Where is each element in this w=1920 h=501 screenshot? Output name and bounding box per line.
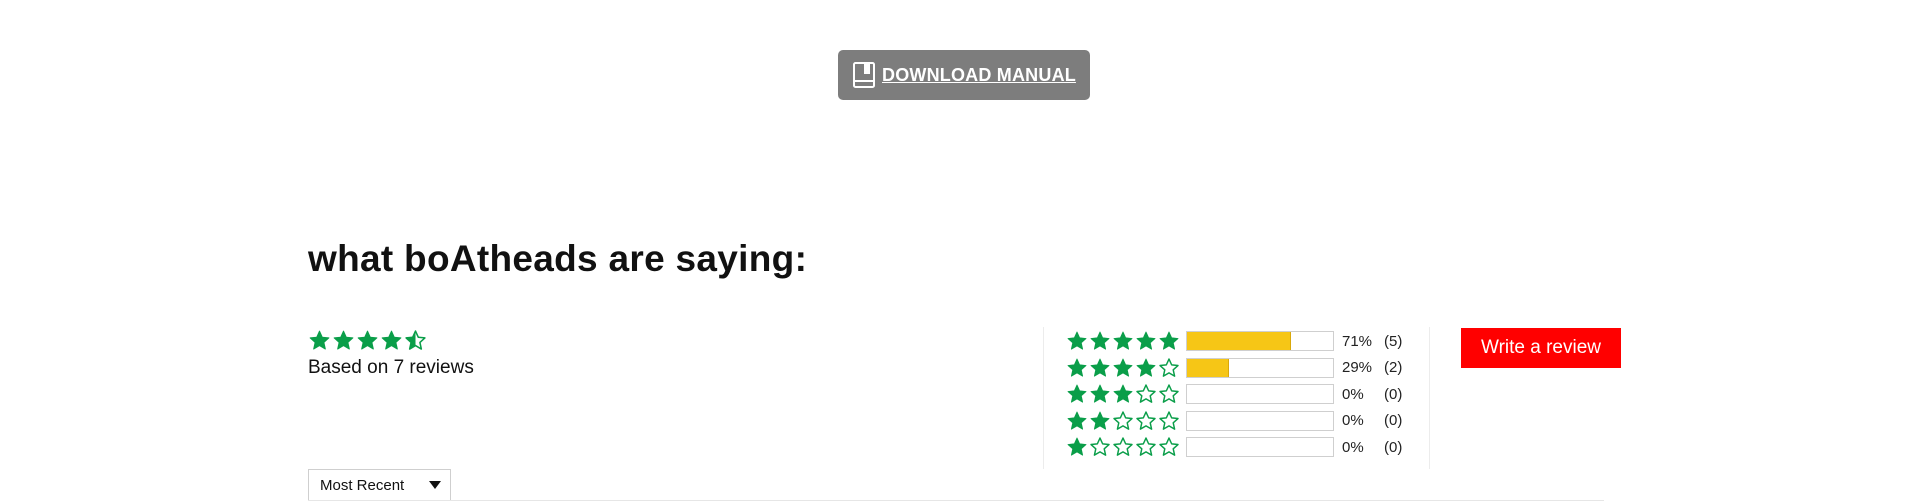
star-filled-icon [332,329,355,352]
download-manual-button[interactable]: DOWNLOAD MANUAL [838,50,1090,100]
star-filled-icon [1089,330,1111,352]
star-filled-icon [1112,357,1134,379]
page: DOWNLOAD MANUAL what boAtheads are sayin… [0,0,1920,501]
rating-percent: 71% [1342,332,1373,350]
average-rating-stars [308,329,474,352]
rating-row-stars [1066,436,1180,458]
star-empty-icon [1135,383,1157,405]
star-empty-icon [1112,436,1134,458]
rating-summary: Based on 7 reviews [308,329,474,379]
star-empty-icon [1135,436,1157,458]
rating-percent: 0% [1342,438,1364,456]
rating-row-4[interactable]: 29% (2) [1066,356,1402,380]
rating-count: (0) [1384,412,1403,429]
star-empty-icon [1158,436,1180,458]
rating-count: (0) [1384,385,1403,403]
review-count-text: Based on 7 reviews [308,357,474,378]
rating-bar-fill [1187,332,1291,350]
star-filled-icon [1089,357,1111,379]
rating-count: (0) [1384,438,1403,456]
caret-down-icon [429,481,441,489]
star-filled-icon [1066,357,1088,379]
star-filled-icon [1135,357,1157,379]
star-empty-icon [1158,383,1180,405]
star-empty-icon [1089,436,1111,458]
book-icon [852,61,876,89]
rating-row-2[interactable]: 0% (0) [1066,409,1402,433]
rating-row-stars [1066,383,1180,405]
rating-count: (5) [1384,332,1403,350]
rating-row-stars [1066,410,1180,432]
rating-histogram: 71% (5) 29% (2) 0% (0) 0% (0) 0% (0) [1043,327,1430,469]
star-filled-icon [1089,383,1111,405]
rating-percent: 0% [1342,385,1364,403]
star-filled-icon [1066,330,1088,352]
rating-row-1[interactable]: 0% (0) [1066,435,1402,459]
rating-bar [1186,357,1334,378]
rating-row-stars [1066,330,1180,352]
star-filled-icon [1066,383,1088,405]
star-filled-icon [380,329,403,352]
star-filled-icon [1158,330,1180,352]
rating-row-stars [1066,357,1180,379]
star-filled-icon [1066,410,1088,432]
star-empty-icon [1158,357,1180,379]
rating-percent: 29% [1342,359,1373,376]
rating-percent: 0% [1342,412,1364,429]
write-review-button[interactable]: Write a review [1461,328,1621,368]
sort-dropdown[interactable]: Most Recent [308,469,451,501]
star-empty-icon [1158,410,1180,432]
rating-bar-fill [1187,358,1230,377]
download-manual-label: DOWNLOAD MANUAL [882,64,1076,85]
sort-selected-value: Most Recent [320,476,405,494]
star-filled-icon [1112,330,1134,352]
star-filled-icon [1089,410,1111,432]
rating-bar [1186,384,1334,404]
star-filled-icon [308,329,331,352]
star-empty-icon [1135,410,1157,432]
rating-count: (2) [1384,359,1403,376]
rating-bar [1186,331,1334,351]
rating-bar [1186,437,1334,457]
star-filled-icon [356,329,379,352]
rating-row-3[interactable]: 0% (0) [1066,382,1402,406]
star-empty-icon [1112,410,1134,432]
rating-bar [1186,410,1334,431]
reviews-heading: what boAtheads are saying: [308,238,808,279]
star-filled-icon [1066,436,1088,458]
rating-row-5[interactable]: 71% (5) [1066,329,1402,353]
star-half-icon [404,329,427,352]
star-filled-icon [1135,330,1157,352]
star-filled-icon [1112,383,1134,405]
